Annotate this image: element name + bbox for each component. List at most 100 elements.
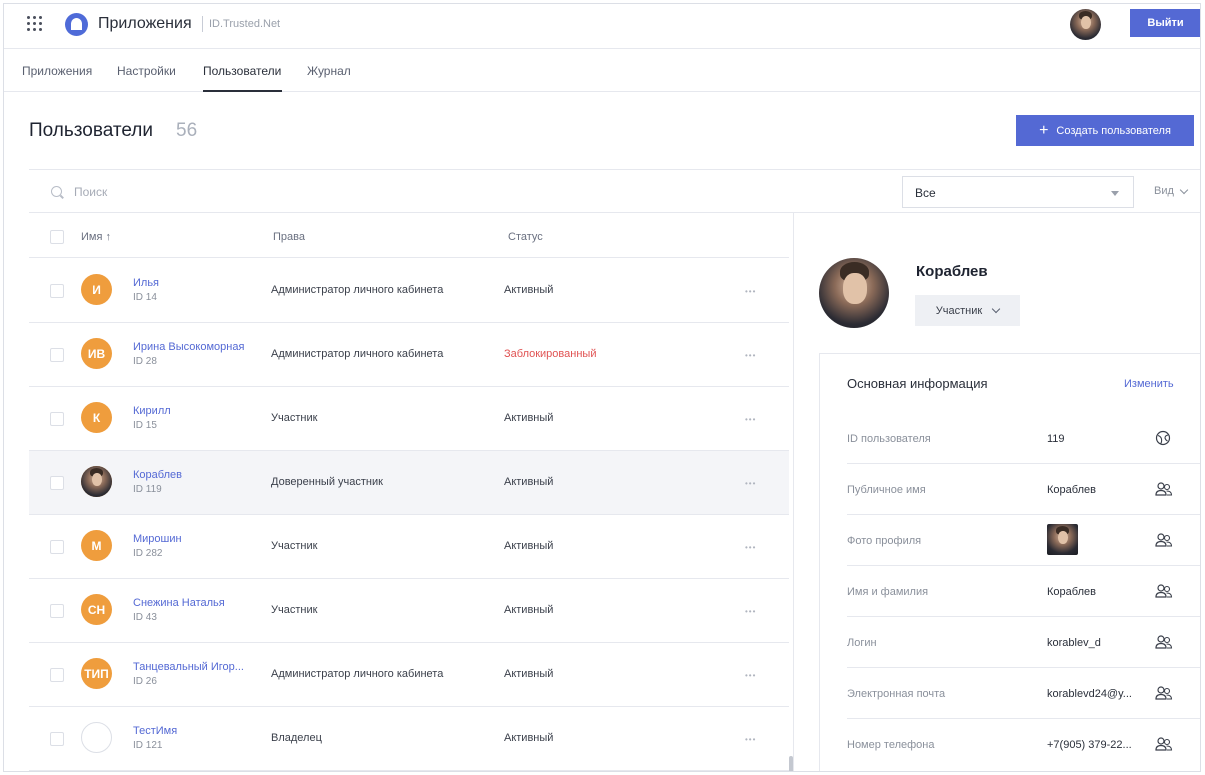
- user-role: Участник: [271, 604, 318, 616]
- row-checkbox[interactable]: [50, 732, 64, 746]
- users-icon[interactable]: [1155, 736, 1173, 752]
- more-actions-icon[interactable]: •••: [745, 607, 756, 616]
- row-checkbox[interactable]: [50, 668, 64, 682]
- profile-field: Номер телефона +7(905) 379-22...: [847, 719, 1200, 770]
- view-label: Вид: [1154, 185, 1174, 197]
- tab-applications[interactable]: Приложения: [22, 64, 92, 78]
- status-filter-select[interactable]: Все: [902, 176, 1134, 208]
- tab-journal[interactable]: Журнал: [307, 64, 351, 78]
- profile-field: Фото профиля: [847, 515, 1200, 566]
- table-row[interactable]: ТестИмя ID 121 Владелец Активный •••: [29, 707, 789, 771]
- search-input[interactable]: [74, 182, 374, 202]
- field-label: Имя и фамилия: [847, 586, 929, 598]
- app-title: Приложения: [98, 15, 192, 32]
- avatar: ТИП: [81, 658, 112, 689]
- column-status-header: Статус: [508, 231, 543, 243]
- user-name-link[interactable]: Илья: [133, 277, 258, 289]
- table-row[interactable]: И Илья ID 14 Администратор личного кабинета…: [29, 259, 789, 323]
- field-value: korablevd24@y...: [1047, 688, 1132, 700]
- view-toggle[interactable]: Вид: [1154, 185, 1189, 197]
- tab-settings[interactable]: Настройки: [117, 64, 176, 78]
- user-name-link[interactable]: Ирина Высокоморная: [133, 341, 258, 353]
- app-window: Приложения ID.Trusted.Net Выйти Приложен…: [3, 3, 1201, 772]
- more-actions-icon[interactable]: •••: [745, 543, 756, 552]
- more-actions-icon[interactable]: •••: [745, 735, 756, 744]
- avatar: К: [81, 402, 112, 433]
- apps-grid-icon[interactable]: [27, 16, 43, 32]
- user-name-link[interactable]: Мирошин: [133, 533, 258, 545]
- select-all-checkbox[interactable]: [50, 230, 64, 244]
- table-row[interactable]: М Мирошин ID 282 Участник Активный •••: [29, 515, 789, 579]
- more-actions-icon[interactable]: •••: [745, 351, 756, 360]
- row-checkbox[interactable]: [50, 412, 64, 426]
- user-name-link[interactable]: Танцевальный Игор...: [133, 661, 258, 673]
- column-name-header[interactable]: Имя ↑: [81, 231, 111, 243]
- status-badge: Активный: [504, 604, 554, 616]
- user-name-link[interactable]: Снежина Наталья: [133, 597, 258, 609]
- user-name-link[interactable]: ТестИмя: [133, 725, 258, 737]
- user-name-link[interactable]: Кораблев: [133, 469, 258, 481]
- more-actions-icon[interactable]: •••: [745, 479, 756, 488]
- search-icon: [51, 186, 62, 197]
- more-actions-icon[interactable]: •••: [745, 415, 756, 424]
- table-row[interactable]: Кораблев ID 119 Доверенный участник Активны…: [29, 451, 789, 515]
- users-icon[interactable]: [1155, 481, 1173, 497]
- logout-button[interactable]: Выйти: [1130, 9, 1200, 37]
- avatar: И: [81, 274, 112, 305]
- status-badge: Активный: [504, 412, 554, 424]
- page-title: Пользователи: [29, 120, 154, 141]
- users-icon[interactable]: [1155, 583, 1173, 599]
- profile-field: Публичное имя Кораблев: [847, 464, 1200, 515]
- users-icon[interactable]: [1155, 685, 1173, 701]
- create-user-button[interactable]: + Создать пользователя: [1016, 115, 1194, 146]
- search-bar: Все Вид: [29, 169, 1200, 213]
- caret-down-icon: [1111, 191, 1119, 196]
- row-checkbox[interactable]: [50, 604, 64, 618]
- field-label: Номер телефона: [847, 739, 935, 751]
- field-value: Кораблев: [1047, 484, 1096, 496]
- user-id: ID 28: [133, 356, 157, 367]
- more-actions-icon[interactable]: •••: [745, 287, 756, 296]
- profile-name: Кораблев: [916, 263, 988, 280]
- top-bar: Приложения ID.Trusted.Net Выйти: [4, 4, 1200, 49]
- field-value: korablev_d: [1047, 637, 1101, 649]
- status-badge: Активный: [504, 732, 554, 744]
- table-row[interactable]: ТИП Танцевальный Игор... ID 26 Администрато…: [29, 643, 789, 707]
- status-filter-value: Все: [915, 186, 936, 200]
- field-label: Публичное имя: [847, 484, 926, 496]
- user-avatar[interactable]: [1070, 9, 1101, 40]
- title-divider: [202, 16, 203, 32]
- table-row[interactable]: СН Снежина Наталья ID 43 Участник Активный ••…: [29, 579, 789, 643]
- edit-link[interactable]: Изменить: [1124, 378, 1174, 390]
- user-role: Участник: [271, 412, 318, 424]
- table-row[interactable]: К Кирилл ID 15 Участник Активный •••: [29, 387, 789, 451]
- field-label: Логин: [847, 637, 877, 649]
- user-role: Участник: [271, 540, 318, 552]
- row-checkbox[interactable]: [50, 348, 64, 362]
- row-checkbox[interactable]: [50, 284, 64, 298]
- user-id: ID 119: [133, 484, 162, 495]
- globe-icon[interactable]: [1155, 430, 1173, 446]
- status-badge: Активный: [504, 668, 554, 680]
- card-title: Основная информация: [847, 376, 988, 391]
- row-checkbox[interactable]: [50, 540, 64, 554]
- user-role: Администратор личного кабинета: [271, 348, 444, 360]
- users-icon[interactable]: [1155, 634, 1173, 650]
- tab-users[interactable]: Пользователи: [203, 64, 281, 78]
- avatar: ИВ: [81, 338, 112, 369]
- role-dropdown[interactable]: Участник: [915, 295, 1020, 326]
- users-icon[interactable]: [1155, 532, 1173, 548]
- panel-divider: [793, 213, 794, 771]
- profile-avatar: [819, 258, 889, 328]
- profile-field: ID пользователя 119: [847, 413, 1200, 464]
- field-label: Электронная почта: [847, 688, 946, 700]
- user-name-link[interactable]: Кирилл: [133, 405, 258, 417]
- row-checkbox[interactable]: [50, 476, 64, 490]
- user-role: Администратор личного кабинета: [271, 284, 444, 296]
- table-row[interactable]: ИВ Ирина Высокоморная ID 28 Администратор л…: [29, 323, 789, 387]
- more-actions-icon[interactable]: •••: [745, 671, 756, 680]
- user-role: Администратор личного кабинета: [271, 668, 444, 680]
- profile-field: Электронная почта korablevd24@y...: [847, 668, 1200, 719]
- users-table: Имя ↑ Права Статус И Илья ID 14 Администрат…: [29, 213, 789, 771]
- avatar: [81, 466, 112, 497]
